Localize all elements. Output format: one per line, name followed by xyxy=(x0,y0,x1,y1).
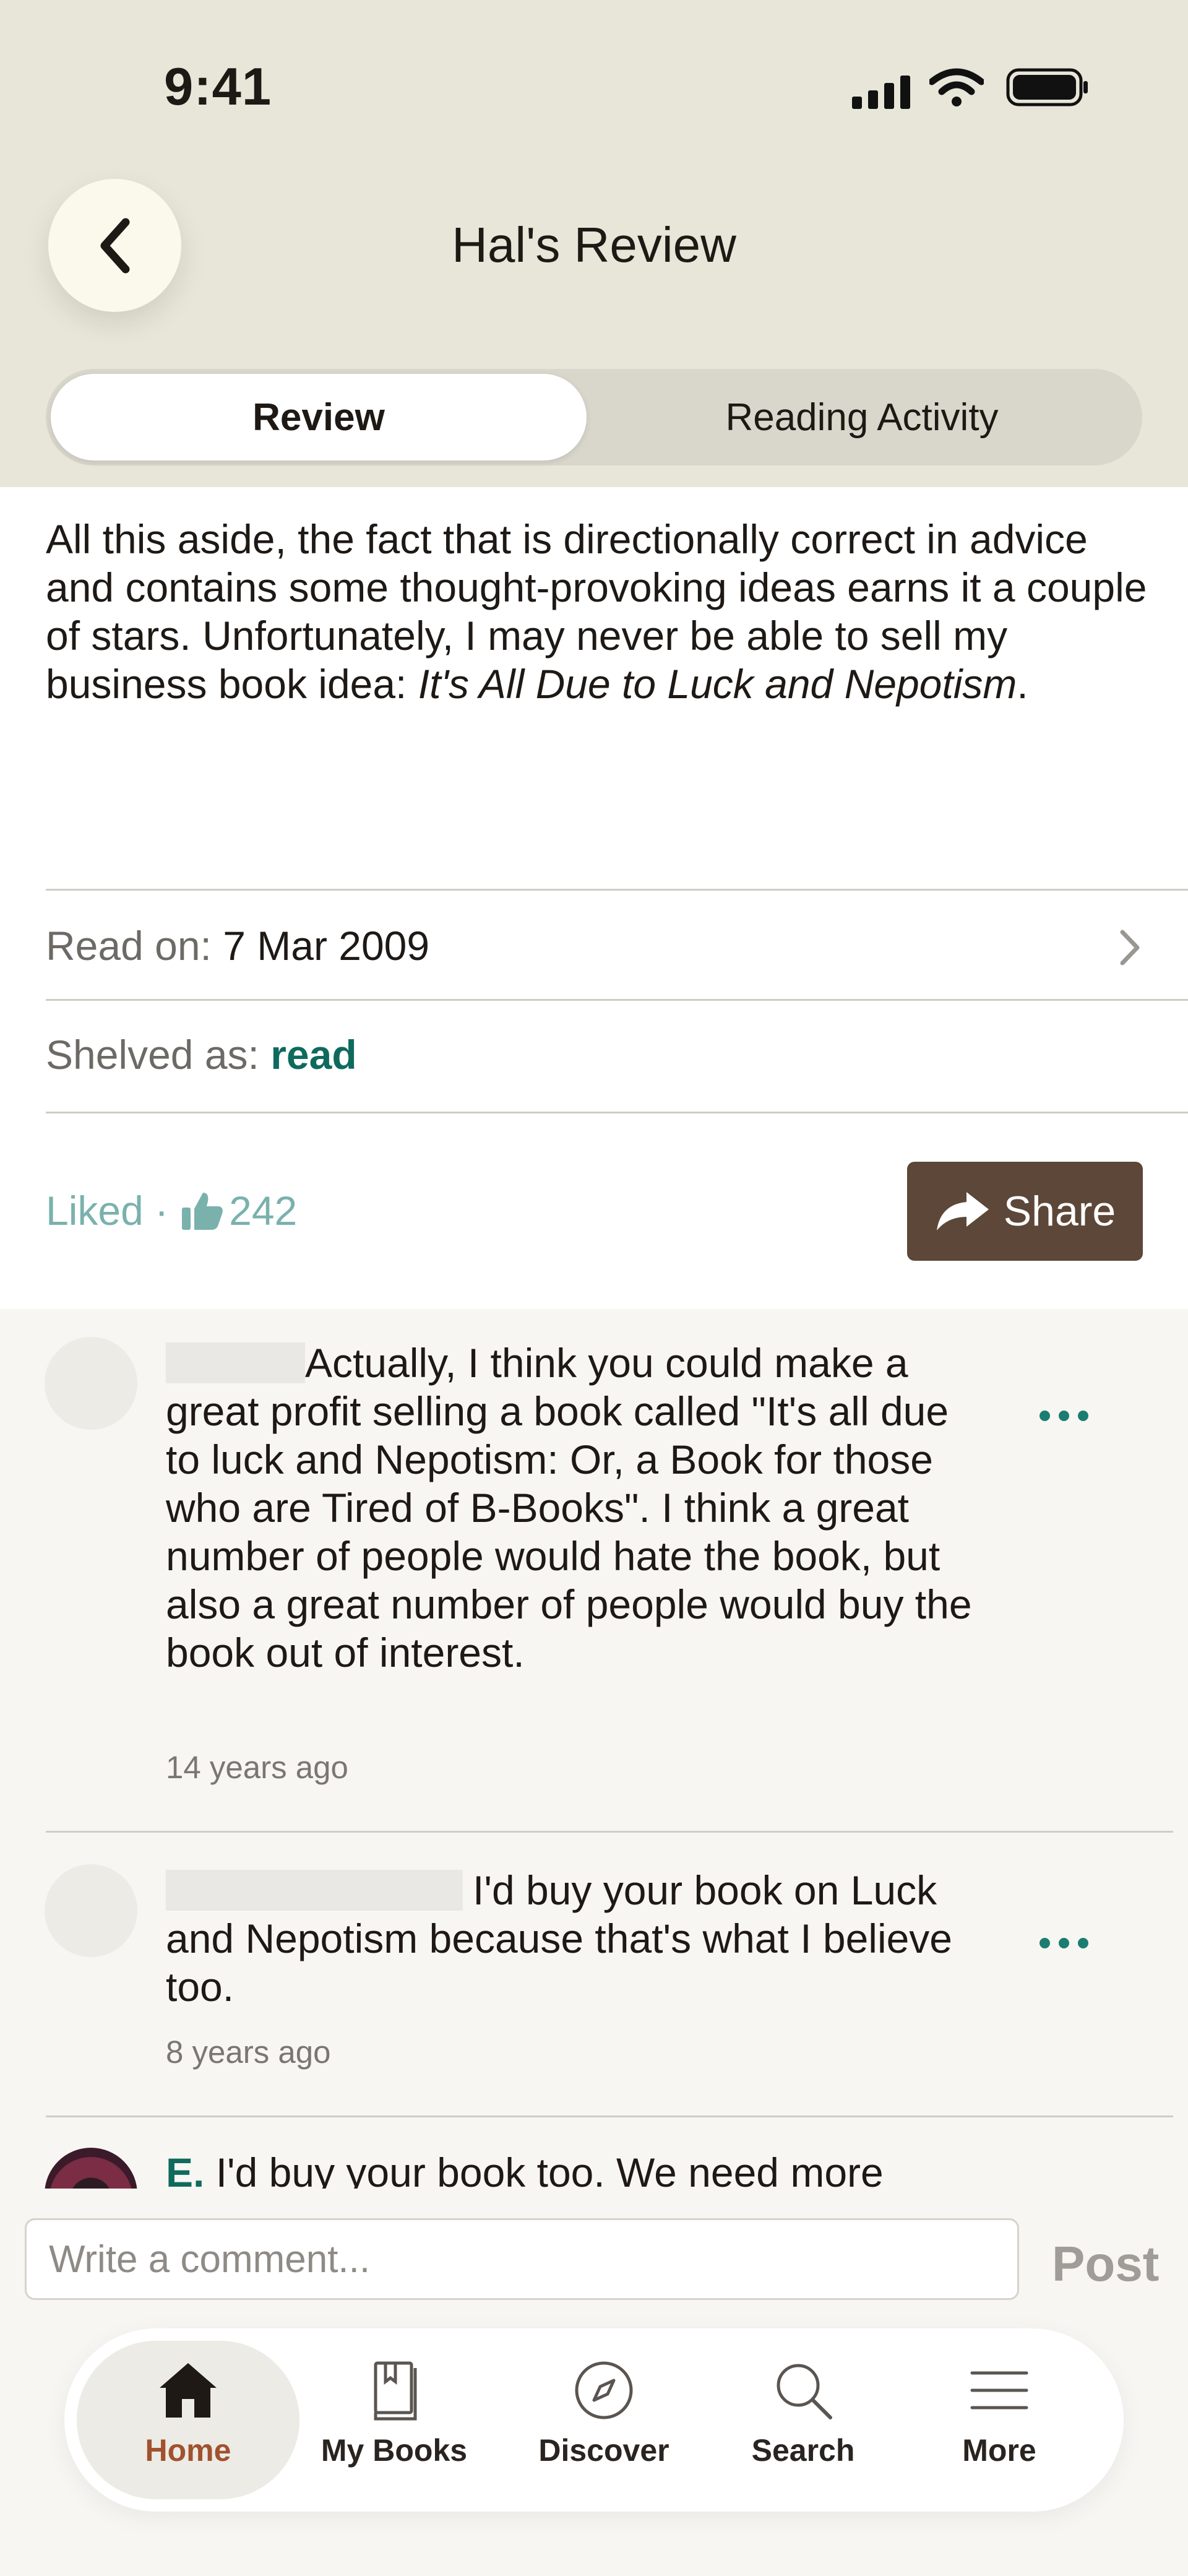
more-options-icon[interactable] xyxy=(1040,1938,1088,1948)
search-icon xyxy=(777,2364,832,2419)
redacted-username[interactable] xyxy=(166,1342,305,1383)
divider xyxy=(46,889,1188,891)
review-text-end: . xyxy=(1017,661,1028,707)
read-on-label: Read on: xyxy=(46,923,212,969)
shelved-row: Shelved as: read xyxy=(46,1031,357,1078)
menu-icon xyxy=(970,2371,1028,2410)
divider xyxy=(46,999,1188,1001)
thumbs-up-icon xyxy=(181,1190,224,1231)
book-icon xyxy=(374,2361,417,2421)
divider xyxy=(46,1112,1188,1113)
redacted-username[interactable] xyxy=(166,1870,463,1911)
shelf-link[interactable]: read xyxy=(270,1032,356,1078)
likes-count: 242 xyxy=(229,1188,298,1234)
review-text: All this aside, the fact that is directi… xyxy=(46,515,1147,708)
battery-icon xyxy=(1006,68,1089,110)
tab-home[interactable]: Home xyxy=(89,2359,287,2468)
post-button[interactable]: Post xyxy=(1052,2236,1159,2293)
review-book-idea: It's All Due to Luck and Nepotism xyxy=(418,661,1017,707)
tab-reading-activity[interactable]: Reading Activity xyxy=(587,374,1137,460)
read-on-row[interactable]: Read on: 7 Mar 2009 xyxy=(46,922,429,969)
avatar[interactable] xyxy=(45,1864,137,1957)
divider xyxy=(46,2116,1173,2117)
shelved-label: Shelved as: xyxy=(46,1032,259,1078)
tab-my-books[interactable]: My Books xyxy=(295,2359,493,2468)
home-icon xyxy=(160,2363,217,2418)
comment-time: 8 years ago xyxy=(166,2034,331,2070)
tab-discover[interactable]: Discover xyxy=(505,2359,703,2468)
comment-text: I'd buy your book on Luck and Nepotism b… xyxy=(166,1867,953,2010)
share-label: Share xyxy=(1003,1188,1116,1235)
read-on-date: 7 Mar 2009 xyxy=(223,923,430,969)
page-title: Hal's Review xyxy=(452,217,736,272)
likes-row[interactable]: Liked · 242 xyxy=(46,1187,297,1234)
tab-search[interactable]: Search xyxy=(704,2359,902,2468)
chevron-right-icon xyxy=(1117,928,1142,970)
cellular-signal-icon xyxy=(851,73,913,113)
comment-text: Actually, I think you could make a great… xyxy=(166,1340,972,1675)
comment-input[interactable] xyxy=(25,2218,1019,2300)
share-arrow-icon xyxy=(936,1192,989,1230)
status-time: 9:41 xyxy=(164,58,272,116)
comment-time: 14 years ago xyxy=(166,1750,348,1785)
divider xyxy=(46,1831,1173,1833)
share-button[interactable]: Share xyxy=(907,1162,1143,1261)
liked-label: Liked · xyxy=(46,1188,169,1234)
more-options-icon[interactable] xyxy=(1040,1411,1088,1421)
wifi-icon xyxy=(928,67,985,111)
compass-icon xyxy=(575,2361,633,2419)
tab-more[interactable]: More xyxy=(900,2359,1098,2468)
tab-review[interactable]: Review xyxy=(51,374,587,460)
avatar[interactable] xyxy=(45,1337,137,1430)
